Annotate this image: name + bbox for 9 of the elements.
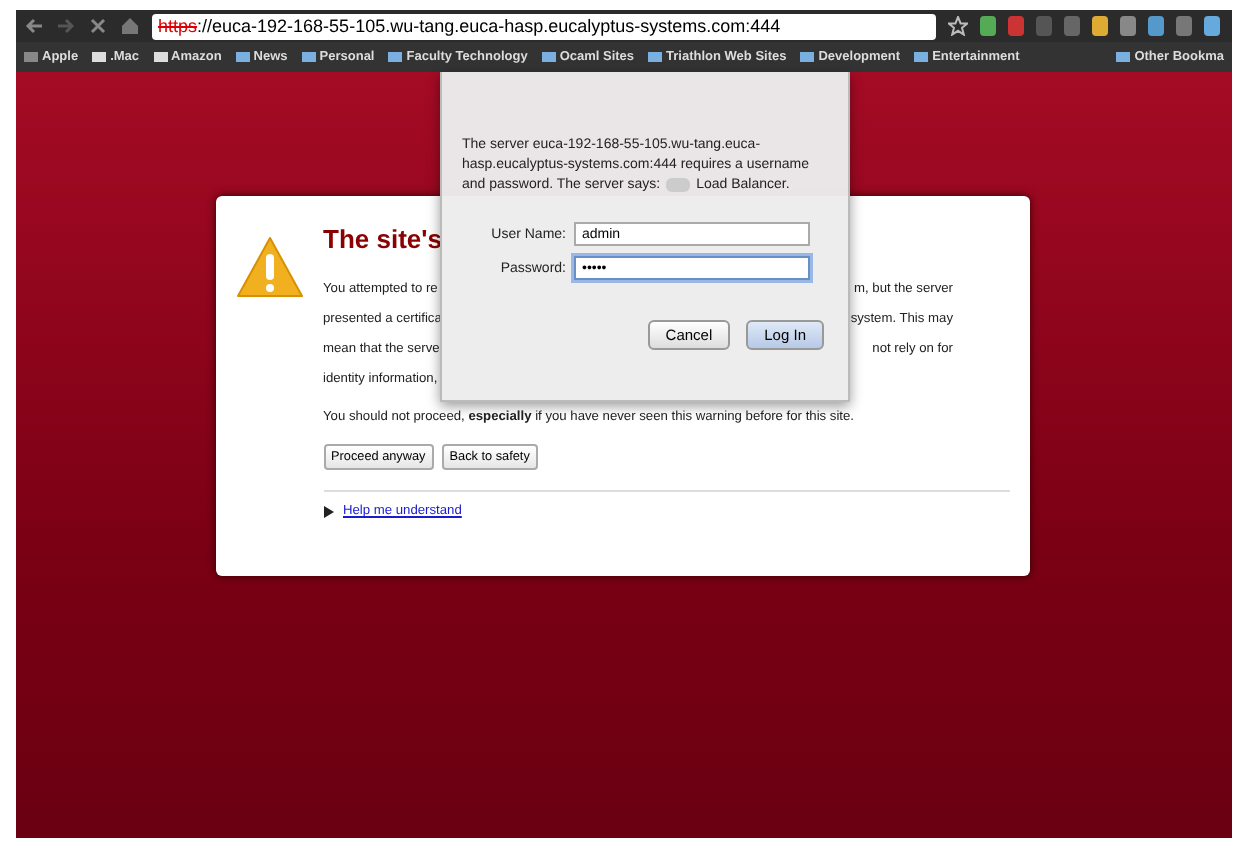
warning-icon (235, 236, 303, 300)
home-icon[interactable] (120, 16, 140, 36)
back-icon[interactable] (24, 16, 44, 36)
star-icon[interactable] (948, 16, 968, 36)
disclosure-icon[interactable] (323, 505, 333, 517)
forward-icon[interactable] (56, 16, 76, 36)
warning-title: The site's (323, 224, 442, 254)
address-field[interactable]: https://euca-192-168-55-105.wu-tang.euca-hasp.eucalyptus-systems.com:444 (152, 13, 936, 39)
stop-icon[interactable] (88, 16, 108, 36)
